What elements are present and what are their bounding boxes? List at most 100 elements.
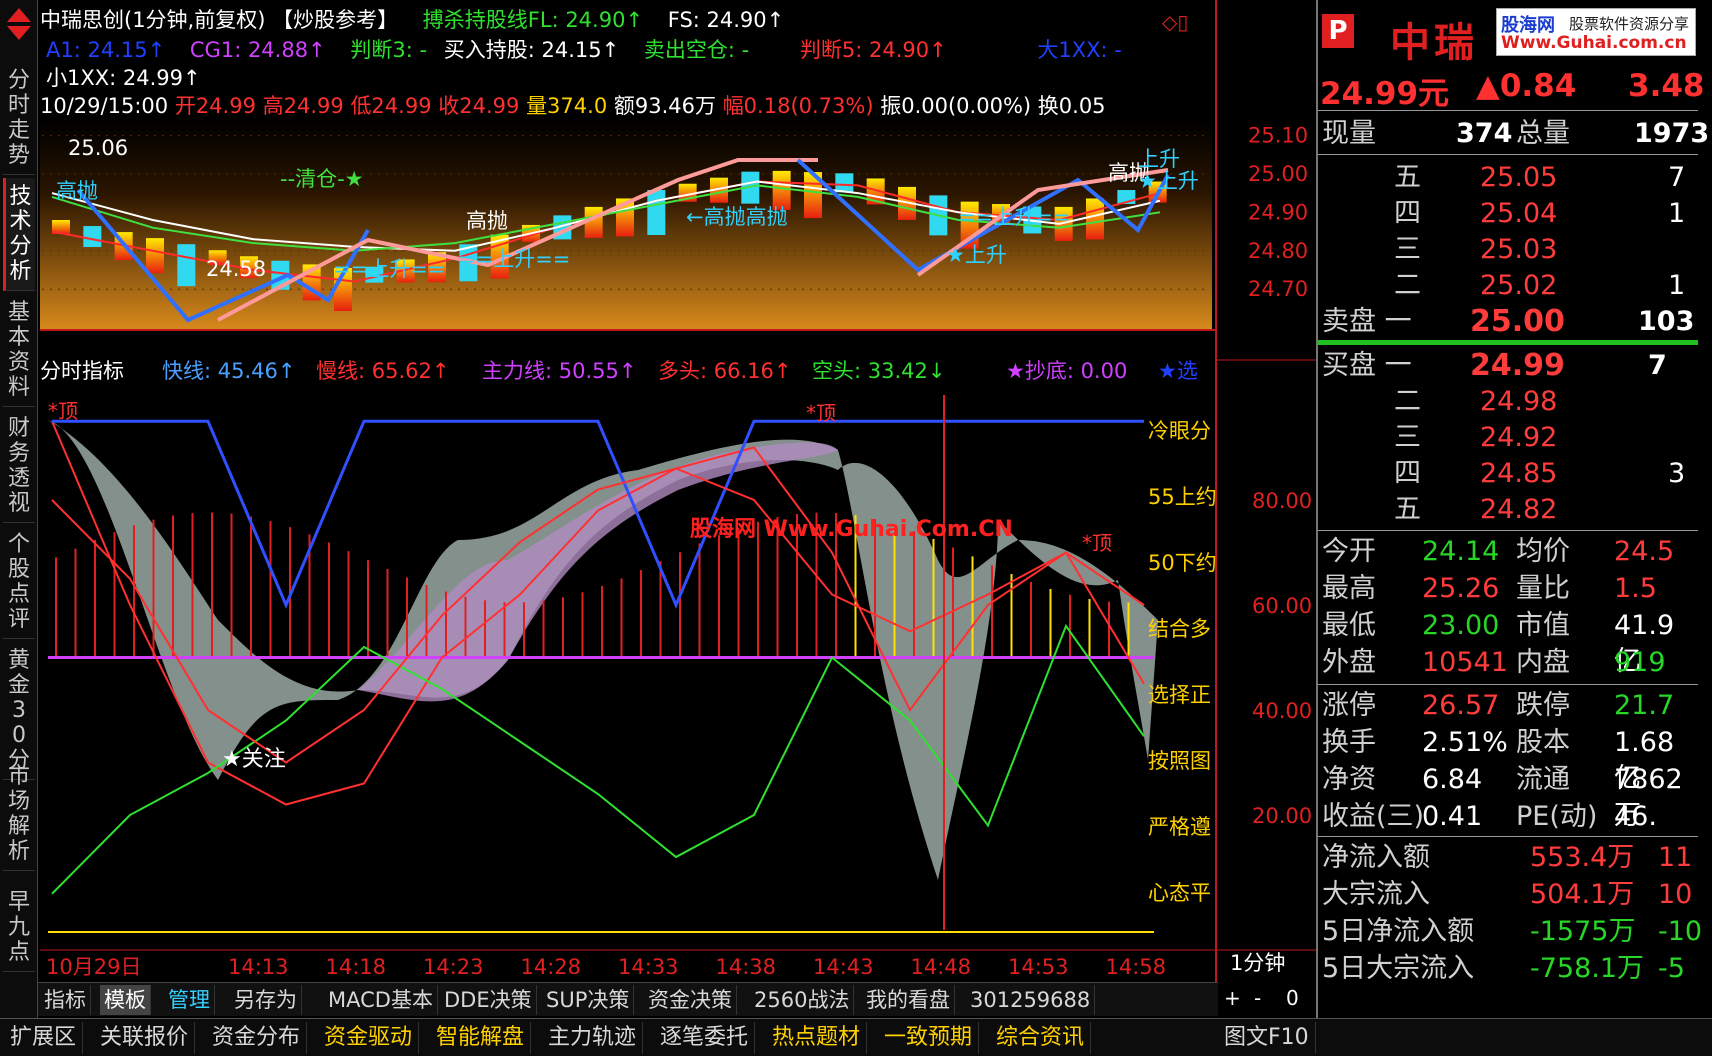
ohlc-swing: 振0.00(0.00%) (880, 94, 1032, 118)
indicator-panel (48, 395, 1158, 933)
extension-tab[interactable]: 热点题材 (766, 1022, 868, 1054)
scroll-arrows[interactable] (6, 4, 32, 52)
indicator-tab[interactable]: 资金决策 (644, 985, 737, 1015)
tab-jiben[interactable]: 基 本 资 料 (3, 294, 35, 407)
pd3-label: 判断3: - (350, 38, 428, 62)
indicator-y-tick: 60.00 (1252, 594, 1312, 618)
top-label-3: *顶 (1082, 531, 1112, 555)
indicator-tab[interactable]: SUP决策 (542, 985, 635, 1015)
tab-dianping[interactable]: 个 股 点 评 (3, 526, 35, 639)
zoom-out-button[interactable]: - (1254, 986, 1261, 1010)
window-ctrl-icon[interactable]: ◇▯ (1162, 8, 1188, 36)
tab-caiwu[interactable]: 财 务 透 视 (3, 410, 35, 523)
shangsheng-label-1: ==上升== (333, 257, 445, 281)
zoom-in-button[interactable]: + (1224, 986, 1241, 1010)
bid-row[interactable]: 五 24.82 (1318, 492, 1698, 528)
tab-shichang[interactable]: 市 场 解 析 (3, 758, 35, 871)
price-y-tick: 25.00 (1248, 162, 1308, 186)
ask-row[interactable]: 五 25.05 7 (1318, 160, 1698, 196)
bid1-row[interactable]: 买盘 一 24.99 7 (1318, 348, 1698, 384)
arrow-down-icon[interactable] (7, 26, 31, 40)
logo-url: Www.Guhai.com.cn (1501, 33, 1687, 53)
stat-row: 最高 25.26 量比 1.5 (1322, 573, 1657, 604)
indicator-note: 50下约 (1148, 551, 1217, 575)
price-y-tick: 24.80 (1248, 239, 1308, 263)
stat-row: 最低 23.00 市值 41.9亿 (1322, 610, 1675, 677)
shangsheng-label-5: 上升 (1138, 147, 1180, 171)
tab-jishu[interactable]: 技 术 分 析 (3, 178, 35, 291)
extension-tab[interactable]: 综合资讯 (990, 1022, 1092, 1054)
bid-row[interactable]: 三 24.92 (1318, 420, 1698, 456)
extension-tab[interactable]: 逐笔委托 (654, 1022, 756, 1054)
extension-tab[interactable]: 智能解盘 (430, 1022, 532, 1054)
time-tick: 14:13 (228, 955, 289, 979)
cg1-label: CG1: 24.88↑ (189, 38, 326, 62)
stat-row: 换手 2.51% 股本 1.68亿 (1322, 727, 1675, 794)
stat-row: 净资 6.84 流通 7862万 (1322, 764, 1683, 831)
price-y-tick: 24.70 (1248, 277, 1308, 301)
fast-line-label: 快线: 45.46↑ (162, 359, 295, 383)
time-tick: 14:38 (716, 955, 777, 979)
ohlc-range: 幅0.18(0.73%) (722, 94, 874, 118)
time-tick: 14:48 (911, 955, 972, 979)
a1-label: A1: 24.15↑ (46, 38, 166, 62)
extension-tab-bar: 扩展区 关联报价 资金分布 资金驱动 智能解盘 主力轨迹 逐笔委托 热点题材 一致预期 综合资讯 图… (0, 1018, 1712, 1056)
p-badge[interactable]: P (1322, 14, 1354, 48)
fs-label: FS: 24.90↑ (667, 8, 785, 32)
indicator-tab[interactable]: MACD基本 (324, 985, 438, 1015)
quote-panel: P 中瑞 股海网 股票软件资源分享 Www.Guhai.com.cn 24.99… (1316, 0, 1709, 1054)
ohlc-vol: 量374.0 (526, 94, 608, 118)
top-label-2: *顶 (806, 401, 836, 425)
gaopao-label-3: ←高抛高抛 (686, 205, 788, 229)
indicator-tab[interactable]: 301259688 (966, 985, 1096, 1015)
chart-area[interactable]: 25.10 25.00 24.90 24.80 24.70 80.00 60.00 40.0… (38, 0, 1318, 990)
site-logo: 股海网 股票软件资源分享 Www.Guhai.com.cn (1496, 8, 1696, 56)
ask1-row[interactable]: 卖盘 一 25.00 103 (1318, 304, 1698, 340)
extension-tab[interactable]: 主力轨迹 (542, 1022, 644, 1054)
indicator-tab[interactable]: 指标 (40, 985, 91, 1015)
time-tick: 10月29日 (46, 955, 141, 979)
time-tick: 14:43 (813, 955, 874, 979)
ref-label: 【炒股参考】 (272, 8, 399, 32)
flow-row: 大宗流入 504.1万 10 (1322, 879, 1693, 910)
gaopao-label-1: 高抛 (56, 179, 98, 203)
price-candle (1086, 198, 1104, 240)
tab-fenshi[interactable]: 分 时 走 势 (3, 62, 35, 175)
extension-tab[interactable]: 一致预期 (878, 1022, 980, 1054)
shangsheng-label-6: ★上升 (1138, 169, 1199, 193)
zoom-reset-button[interactable]: 0 (1286, 986, 1299, 1010)
zoom-controls: + - 0 (1218, 986, 1314, 1014)
indicator-note: 心态平 (1148, 881, 1211, 905)
price-candle (83, 226, 102, 248)
time-tick: 14:23 (423, 955, 484, 979)
shangsheng-label-4: ★上升 (946, 243, 1007, 267)
time-axis: 10月29日 14:13 14:18 14:23 14:28 14:33 14:38 14:4… (46, 955, 1166, 979)
indicator-tab[interactable]: 我的看盘 (862, 985, 955, 1015)
qingcang-label: --清仓-★ (280, 167, 364, 191)
extension-tab[interactable]: 扩展区 (4, 1022, 84, 1054)
bid-row[interactable]: 四 24.85 3 (1318, 456, 1698, 492)
indicator-tab[interactable]: 管理 (164, 985, 215, 1015)
ask-row[interactable]: 三 25.03 (1318, 232, 1698, 268)
time-tick: 14:28 (521, 955, 582, 979)
ohlc-open: 开24.99 (174, 94, 256, 118)
indicator-tab[interactable]: 另存为 (230, 985, 302, 1015)
indicator-tab[interactable]: 模板 (100, 985, 151, 1015)
time-tick: 14:53 (1008, 955, 1069, 979)
indicator-tab[interactable]: 2560战法 (750, 985, 855, 1015)
extension-tab[interactable]: 图文F10 (1218, 1022, 1316, 1054)
extension-tab[interactable]: 资金驱动 (318, 1022, 420, 1054)
logo-tagline: 股票软件资源分享 (1569, 15, 1690, 33)
arrow-up-icon[interactable] (7, 8, 31, 22)
ask-row[interactable]: 四 25.04 1 (1318, 196, 1698, 232)
tab-zaojiu[interactable]: 早 九 点 (3, 884, 35, 972)
stat-row: 今开 24.14 均价 24.5 (1322, 536, 1675, 567)
indicator-tab[interactable]: DDE决策 (440, 985, 537, 1015)
bid-row[interactable]: 二 24.98 (1318, 384, 1698, 420)
extension-tab[interactable]: 关联报价 (94, 1022, 196, 1054)
price-header: 中瑞思创(1分钟,前复权) 【炒股参考】 搏杀持股线FL: 24.90↑ FS:… (40, 4, 1210, 124)
indicator-note: 按照图 (1148, 749, 1211, 773)
ask-row[interactable]: 二 25.02 1 (1318, 268, 1698, 304)
extension-tab[interactable]: 资金分布 (206, 1022, 308, 1054)
top-label-1: *顶 (48, 399, 78, 423)
